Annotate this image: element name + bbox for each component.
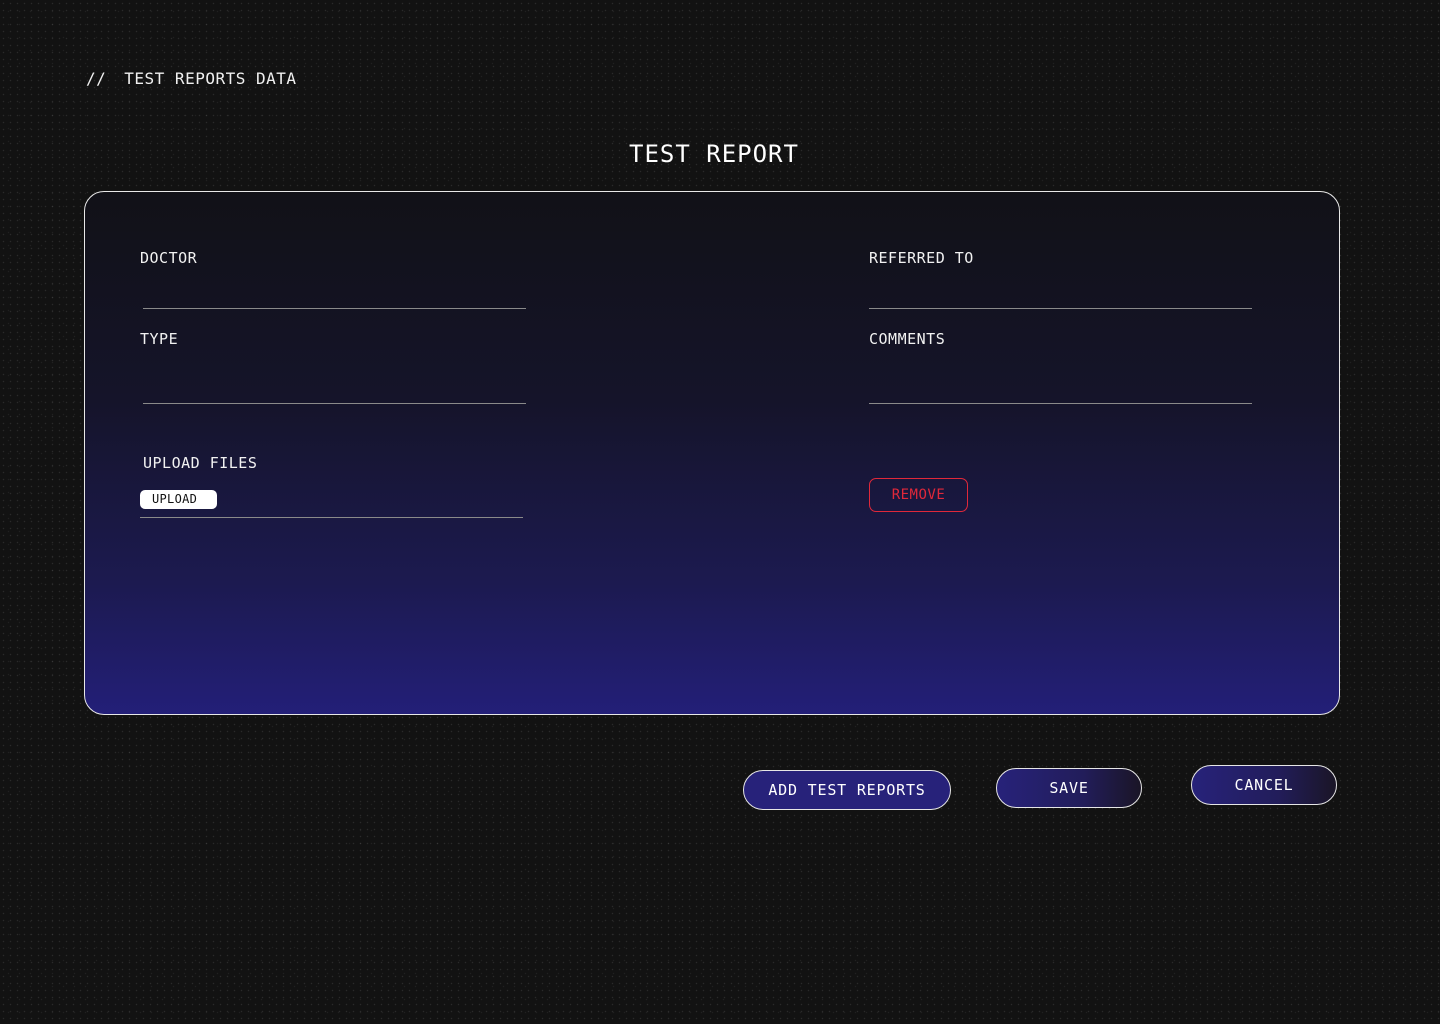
type-input[interactable] [143,403,526,404]
referred-to-label: REFERRED TO [869,249,974,267]
comments-input[interactable] [869,403,1252,404]
breadcrumb-label: TEST REPORTS DATA [124,69,297,88]
add-test-reports-button[interactable]: ADD TEST REPORTS [743,770,951,810]
cancel-button[interactable]: CANCEL [1191,765,1337,805]
doctor-input[interactable] [143,308,526,309]
doctor-label: DOCTOR [140,249,198,267]
page-title: TEST REPORT [629,140,799,168]
breadcrumb: // TEST REPORTS DATA [86,69,297,88]
upload-files-underline [140,517,523,518]
upload-files-label: UPLOAD FILES [143,454,258,472]
referred-to-input[interactable] [869,308,1252,309]
type-label: TYPE [140,330,179,348]
page: // TEST REPORTS DATA TEST REPORT DOCTOR … [0,0,1440,1024]
remove-button[interactable]: REMOVE [869,478,968,512]
comments-label: COMMENTS [869,330,946,348]
breadcrumb-prefix: // [86,69,107,88]
upload-button[interactable]: UPLOAD [140,490,217,509]
save-button[interactable]: SAVE [996,768,1142,808]
test-report-form-card: DOCTOR REFERRED TO TYPE COMMENTS UPLOAD … [84,191,1340,715]
